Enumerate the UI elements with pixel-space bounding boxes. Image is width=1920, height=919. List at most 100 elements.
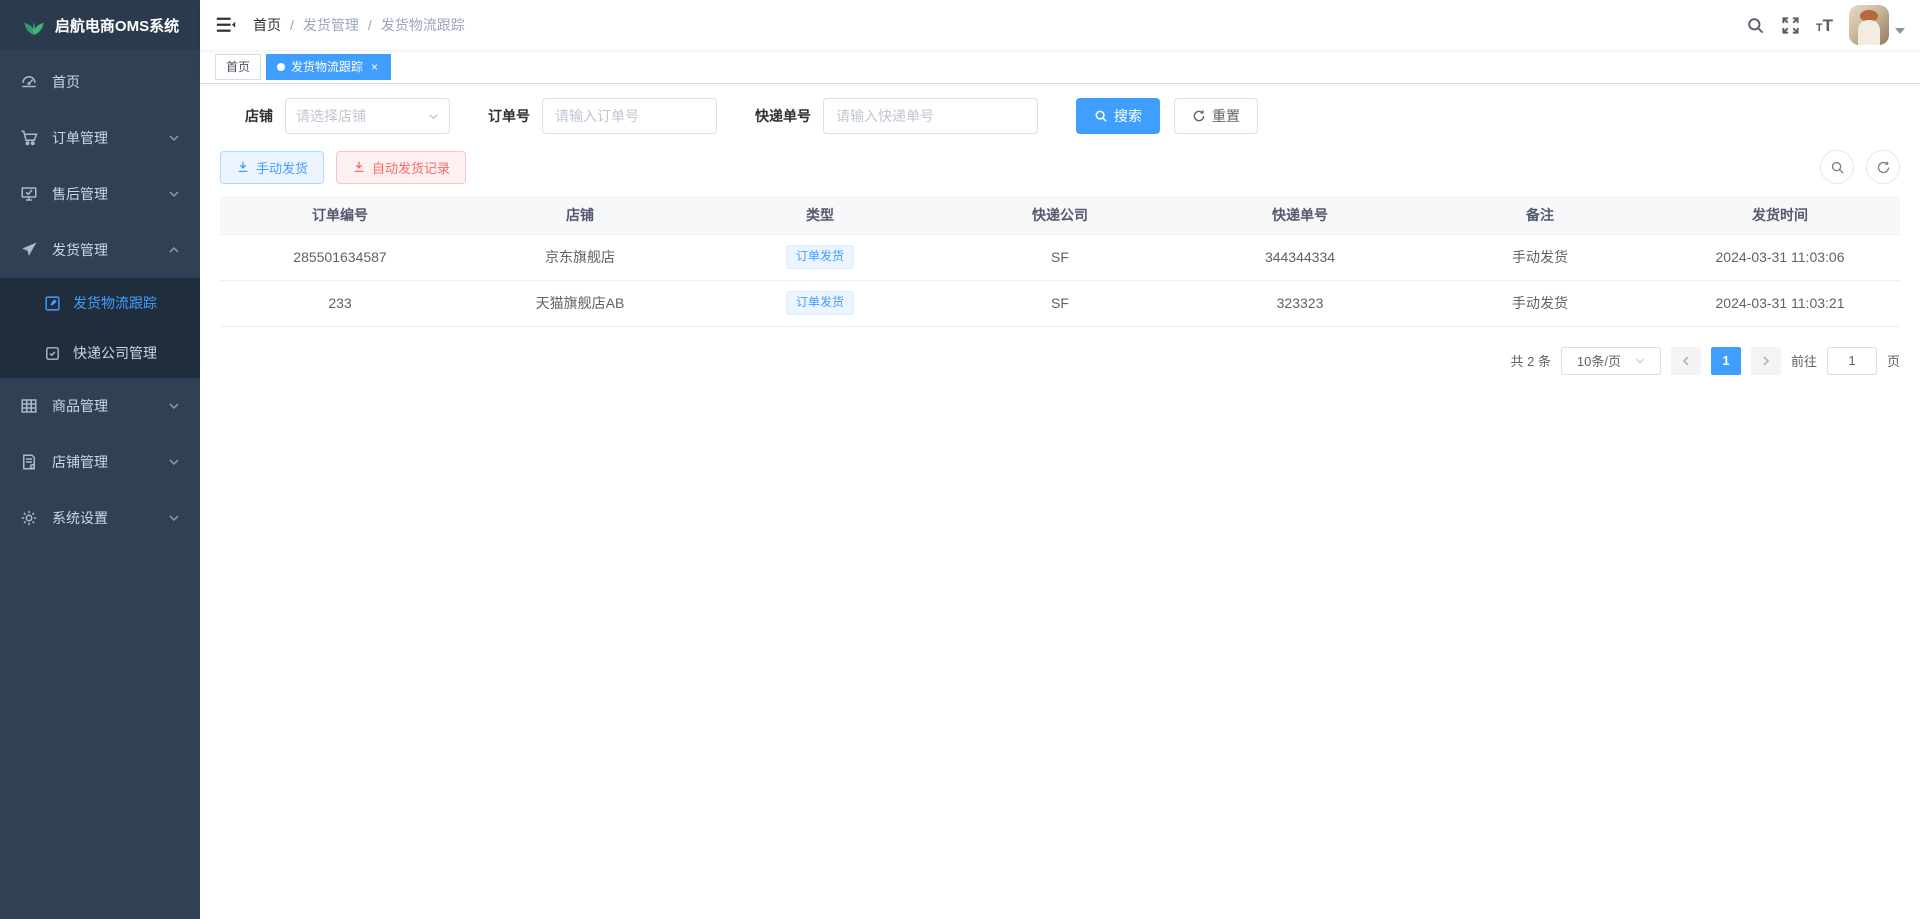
shop-select-placeholder: 请选择店铺 [296,106,366,126]
navbar-right: TT [1746,5,1905,45]
page-suffix: 页 [1887,351,1900,370]
hamburger-icon[interactable] [215,14,237,36]
cart-icon [20,129,38,147]
manual-ship-label: 手动发货 [256,158,308,177]
plant-logo-icon [21,12,47,38]
col-tracking-no: 快递单号 [1180,196,1420,234]
edit-icon [44,295,61,312]
cell-order-no: 233 [220,280,460,326]
top-navbar: 首页 / 发货管理 / 发货物流跟踪 TT [200,0,1920,50]
cell-type: 订单发货 [700,280,940,326]
app-root: 启航电商OMS系统 首页 订单管理 售后管理 [0,0,1920,919]
cell-remark: 手动发货 [1420,280,1660,326]
tab-close-icon[interactable]: × [369,60,380,74]
cell-shop: 天猫旗舰店AB [460,280,700,326]
sidebar-item-label: 发货管理 [52,240,168,260]
sidebar-item-shops[interactable]: 店铺管理 [0,434,200,490]
order-no-label: 订单号 [488,106,530,126]
shop-label: 店铺 [245,106,273,126]
sidebar-item-home[interactable]: 首页 [0,54,200,110]
sidebar: 启航电商OMS系统 首页 订单管理 售后管理 [0,0,200,919]
page-number-1[interactable]: 1 [1711,347,1741,375]
page-content: 店铺 请选择店铺 订单号 快递单号 搜索 [200,84,1920,919]
sidebar-subitem-courier-management[interactable]: 快递公司管理 [0,328,200,378]
user-avatar [1849,5,1889,45]
search-icon [1094,109,1108,123]
sidebar-item-shipping[interactable]: 发货管理 [0,222,200,278]
tab-logistics-tracking[interactable]: 发货物流跟踪 × [266,54,391,80]
auto-ship-log-button[interactable]: 自动发货记录 [336,151,466,184]
col-courier: 快递公司 [940,196,1180,234]
header-search-icon[interactable] [1746,16,1765,35]
refresh-icon [1192,109,1206,123]
shop-doc-icon [20,453,38,471]
cell-ship-time: 2024-03-31 11:03:06 [1660,234,1900,280]
cell-tracking-no: 323323 [1180,280,1420,326]
breadcrumb-separator: / [290,17,294,33]
col-order-no: 订单编号 [220,196,460,234]
sidebar-subitem-logistics-tracking[interactable]: 发货物流跟踪 [0,278,200,328]
type-tag: 订单发货 [786,245,854,269]
manual-ship-button[interactable]: 手动发货 [220,151,324,184]
table-row[interactable]: 233 天猫旗舰店AB 订单发货 SF 323323 手动发货 2024-03-… [220,280,1900,326]
breadcrumb-current: 发货物流跟踪 [381,15,465,35]
app-title: 启航电商OMS系统 [55,15,179,36]
sidebar-item-settings[interactable]: 系统设置 [0,490,200,546]
cell-courier: SF [940,280,1180,326]
prev-page-button[interactable] [1671,347,1701,375]
active-tab-dot [277,63,285,71]
tracking-no-input[interactable] [823,98,1038,134]
search-icon [1830,160,1845,175]
sidebar-item-orders[interactable]: 订单管理 [0,110,200,166]
next-page-button[interactable] [1751,347,1781,375]
paper-plane-icon [20,241,38,259]
chevron-down-icon [168,188,180,200]
shipments-table: 订单编号 店铺 类型 快递公司 快递单号 备注 发货时间 28550163458… [220,196,1900,327]
sidebar-subitem-label: 发货物流跟踪 [73,293,157,313]
table-row[interactable]: 285501634587 京东旗舰店 订单发货 SF 344344334 手动发… [220,234,1900,280]
col-remark: 备注 [1420,196,1660,234]
breadcrumb-home[interactable]: 首页 [253,15,281,35]
pagination-total: 共 2 条 [1511,351,1551,370]
sidebar-menu: 首页 订单管理 售后管理 发货管理 [0,50,200,546]
user-caret-down-icon [1895,28,1905,34]
select-caret-icon [1635,356,1645,366]
filter-form: 店铺 请选择店铺 订单号 快递单号 搜索 [245,98,1900,134]
tab-label: 发货物流跟踪 [291,58,363,75]
download-icon [236,160,250,174]
sidebar-item-label: 系统设置 [52,508,168,528]
user-menu[interactable] [1849,5,1905,45]
reset-button[interactable]: 重置 [1174,98,1258,134]
table-search-toggle-button[interactable] [1820,150,1854,184]
cell-order-no: 285501634587 [220,234,460,280]
sidebar-item-label: 首页 [52,72,180,92]
chevron-left-icon [1680,355,1692,367]
aftersale-monitor-icon [20,185,38,203]
fullscreen-icon[interactable] [1781,16,1800,35]
search-button[interactable]: 搜索 [1076,98,1160,134]
tracking-no-label: 快递单号 [755,106,811,126]
page-size-select[interactable]: 10条/页 [1561,347,1661,375]
order-no-input[interactable] [542,98,717,134]
sidebar-item-goods[interactable]: 商品管理 [0,378,200,434]
table-refresh-button[interactable] [1866,150,1900,184]
sidebar-item-label: 店铺管理 [52,452,168,472]
dashboard-icon [20,73,38,91]
font-size-icon[interactable]: TT [1816,17,1833,34]
sidebar-item-label: 售后管理 [52,184,168,204]
goto-page-input[interactable] [1827,347,1877,375]
chevron-down-icon [168,512,180,524]
cell-shop: 京东旗舰店 [460,234,700,280]
type-tag: 订单发货 [786,291,854,315]
logo[interactable]: 启航电商OMS系统 [0,0,200,50]
check-square-icon [44,345,61,362]
tab-home[interactable]: 首页 [215,54,261,80]
table-tools [1820,150,1900,184]
table-header-row: 订单编号 店铺 类型 快递公司 快递单号 备注 发货时间 [220,196,1900,234]
reset-button-label: 重置 [1212,106,1240,126]
sidebar-item-aftersale[interactable]: 售后管理 [0,166,200,222]
grid-icon [20,397,38,415]
breadcrumb-shipping: 发货管理 [303,15,359,35]
col-shop: 店铺 [460,196,700,234]
shop-select[interactable]: 请选择店铺 [285,98,450,134]
